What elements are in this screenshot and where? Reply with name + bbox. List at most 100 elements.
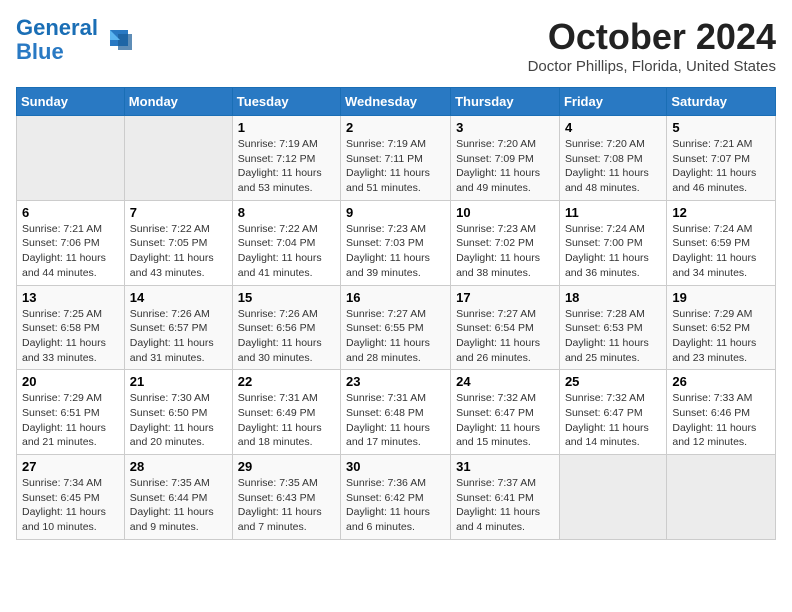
day-number: 31 [456, 459, 554, 474]
day-number: 7 [130, 205, 227, 220]
day-info: Sunrise: 7:24 AM Sunset: 7:00 PM Dayligh… [565, 222, 661, 281]
day-number: 29 [238, 459, 335, 474]
day-info: Sunrise: 7:31 AM Sunset: 6:49 PM Dayligh… [238, 391, 335, 450]
day-info: Sunrise: 7:19 AM Sunset: 7:11 PM Dayligh… [346, 137, 445, 196]
week-row-4: 27 Sunrise: 7:34 AM Sunset: 6:45 PM Dayli… [17, 455, 776, 540]
week-row-1: 6 Sunrise: 7:21 AM Sunset: 7:06 PM Daylig… [17, 200, 776, 285]
day-info: Sunrise: 7:32 AM Sunset: 6:47 PM Dayligh… [565, 391, 661, 450]
logo: GeneralBlue [16, 16, 132, 64]
day-number: 11 [565, 205, 661, 220]
calendar-cell: 18 Sunrise: 7:28 AM Sunset: 6:53 PM Dayli… [559, 285, 666, 370]
calendar-cell: 24 Sunrise: 7:32 AM Sunset: 6:47 PM Dayli… [451, 370, 560, 455]
day-info: Sunrise: 7:22 AM Sunset: 7:05 PM Dayligh… [130, 222, 227, 281]
day-number: 23 [346, 374, 445, 389]
day-number: 27 [22, 459, 119, 474]
calendar-cell [17, 116, 125, 201]
calendar-cell: 25 Sunrise: 7:32 AM Sunset: 6:47 PM Dayli… [559, 370, 666, 455]
calendar-cell: 16Sunrise: 7:27 AM Sunset: 6:55 PM Dayli… [341, 285, 451, 370]
calendar-cell: 31 Sunrise: 7:37 AM Sunset: 6:41 PM Dayli… [451, 455, 560, 540]
day-info: Sunrise: 7:20 AM Sunset: 7:08 PM Dayligh… [565, 137, 661, 196]
day-number: 21 [130, 374, 227, 389]
week-row-0: 1Sunrise: 7:19 AM Sunset: 7:12 PM Daylig… [17, 116, 776, 201]
calendar-cell: 26 Sunrise: 7:33 AM Sunset: 6:46 PM Dayli… [667, 370, 776, 455]
calendar-cell [667, 455, 776, 540]
calendar-cell: 10Sunrise: 7:23 AM Sunset: 7:02 PM Dayli… [451, 200, 560, 285]
calendar-cell: 11 Sunrise: 7:24 AM Sunset: 7:00 PM Dayli… [559, 200, 666, 285]
day-info: Sunrise: 7:25 AM Sunset: 6:58 PM Dayligh… [22, 307, 119, 366]
day-info: Sunrise: 7:21 AM Sunset: 7:07 PM Dayligh… [672, 137, 770, 196]
calendar-cell: 7 Sunrise: 7:22 AM Sunset: 7:05 PM Daylig… [124, 200, 232, 285]
header-thursday: Thursday [451, 88, 560, 116]
day-info: Sunrise: 7:27 AM Sunset: 6:54 PM Dayligh… [456, 307, 554, 366]
day-number: 15 [238, 290, 335, 305]
calendar-cell: 23 Sunrise: 7:31 AM Sunset: 6:48 PM Dayli… [341, 370, 451, 455]
calendar-cell: 29Sunrise: 7:35 AM Sunset: 6:43 PM Dayli… [232, 455, 340, 540]
calendar-cell: 28 Sunrise: 7:35 AM Sunset: 6:44 PM Dayli… [124, 455, 232, 540]
calendar-cell: 2Sunrise: 7:19 AM Sunset: 7:11 PM Daylig… [341, 116, 451, 201]
day-number: 5 [672, 120, 770, 135]
day-number: 18 [565, 290, 661, 305]
header-tuesday: Tuesday [232, 88, 340, 116]
day-info: Sunrise: 7:31 AM Sunset: 6:48 PM Dayligh… [346, 391, 445, 450]
day-info: Sunrise: 7:26 AM Sunset: 6:57 PM Dayligh… [130, 307, 227, 366]
day-number: 25 [565, 374, 661, 389]
day-number: 3 [456, 120, 554, 135]
day-number: 28 [130, 459, 227, 474]
day-number: 16 [346, 290, 445, 305]
day-number: 10 [456, 205, 554, 220]
calendar-cell: 8 Sunrise: 7:22 AM Sunset: 7:04 PM Daylig… [232, 200, 340, 285]
location: Doctor Phillips, Florida, United States [528, 58, 776, 75]
calendar-cell: 14 Sunrise: 7:26 AM Sunset: 6:57 PM Dayli… [124, 285, 232, 370]
calendar-cell [124, 116, 232, 201]
logo-icon [100, 26, 132, 54]
day-number: 30 [346, 459, 445, 474]
calendar-cell: 30 Sunrise: 7:36 AM Sunset: 6:42 PM Dayli… [341, 455, 451, 540]
calendar-table: SundayMondayTuesdayWednesdayThursdayFrid… [16, 87, 776, 540]
day-number: 12 [672, 205, 770, 220]
header-saturday: Saturday [667, 88, 776, 116]
day-number: 24 [456, 374, 554, 389]
week-row-2: 13 Sunrise: 7:25 AM Sunset: 6:58 PM Dayli… [17, 285, 776, 370]
header-friday: Friday [559, 88, 666, 116]
day-info: Sunrise: 7:26 AM Sunset: 6:56 PM Dayligh… [238, 307, 335, 366]
day-info: Sunrise: 7:22 AM Sunset: 7:04 PM Dayligh… [238, 222, 335, 281]
day-number: 20 [22, 374, 119, 389]
week-row-3: 20 Sunrise: 7:29 AM Sunset: 6:51 PM Dayli… [17, 370, 776, 455]
header-sunday: Sunday [17, 88, 125, 116]
day-info: Sunrise: 7:34 AM Sunset: 6:45 PM Dayligh… [22, 476, 119, 535]
day-number: 8 [238, 205, 335, 220]
day-info: Sunrise: 7:21 AM Sunset: 7:06 PM Dayligh… [22, 222, 119, 281]
calendar-cell: 22 Sunrise: 7:31 AM Sunset: 6:49 PM Dayli… [232, 370, 340, 455]
day-number: 1 [238, 120, 335, 135]
day-info: Sunrise: 7:36 AM Sunset: 6:42 PM Dayligh… [346, 476, 445, 535]
day-info: Sunrise: 7:23 AM Sunset: 7:03 PM Dayligh… [346, 222, 445, 281]
month-title: October 2024 [528, 16, 776, 58]
day-info: Sunrise: 7:33 AM Sunset: 6:46 PM Dayligh… [672, 391, 770, 450]
calendar-cell: 6 Sunrise: 7:21 AM Sunset: 7:06 PM Daylig… [17, 200, 125, 285]
header-monday: Monday [124, 88, 232, 116]
day-info: Sunrise: 7:35 AM Sunset: 6:44 PM Dayligh… [130, 476, 227, 535]
title-block: October 2024 Doctor Phillips, Florida, U… [528, 16, 776, 75]
day-info: Sunrise: 7:37 AM Sunset: 6:41 PM Dayligh… [456, 476, 554, 535]
day-number: 4 [565, 120, 661, 135]
day-number: 22 [238, 374, 335, 389]
day-info: Sunrise: 7:24 AM Sunset: 6:59 PM Dayligh… [672, 222, 770, 281]
day-info: Sunrise: 7:32 AM Sunset: 6:47 PM Dayligh… [456, 391, 554, 450]
calendar-cell: 19Sunrise: 7:29 AM Sunset: 6:52 PM Dayli… [667, 285, 776, 370]
day-number: 26 [672, 374, 770, 389]
calendar-cell: 3Sunrise: 7:20 AM Sunset: 7:09 PM Daylig… [451, 116, 560, 201]
day-number: 17 [456, 290, 554, 305]
calendar-cell: 12 Sunrise: 7:24 AM Sunset: 6:59 PM Dayli… [667, 200, 776, 285]
day-number: 19 [672, 290, 770, 305]
day-number: 13 [22, 290, 119, 305]
day-info: Sunrise: 7:28 AM Sunset: 6:53 PM Dayligh… [565, 307, 661, 366]
calendar-cell: 15 Sunrise: 7:26 AM Sunset: 6:56 PM Dayli… [232, 285, 340, 370]
calendar-cell: 9 Sunrise: 7:23 AM Sunset: 7:03 PM Daylig… [341, 200, 451, 285]
day-number: 6 [22, 205, 119, 220]
calendar-cell: 1Sunrise: 7:19 AM Sunset: 7:12 PM Daylig… [232, 116, 340, 201]
calendar-cell: 21Sunrise: 7:30 AM Sunset: 6:50 PM Dayli… [124, 370, 232, 455]
day-number: 9 [346, 205, 445, 220]
calendar-cell: 13 Sunrise: 7:25 AM Sunset: 6:58 PM Dayli… [17, 285, 125, 370]
day-info: Sunrise: 7:29 AM Sunset: 6:51 PM Dayligh… [22, 391, 119, 450]
day-number: 14 [130, 290, 227, 305]
